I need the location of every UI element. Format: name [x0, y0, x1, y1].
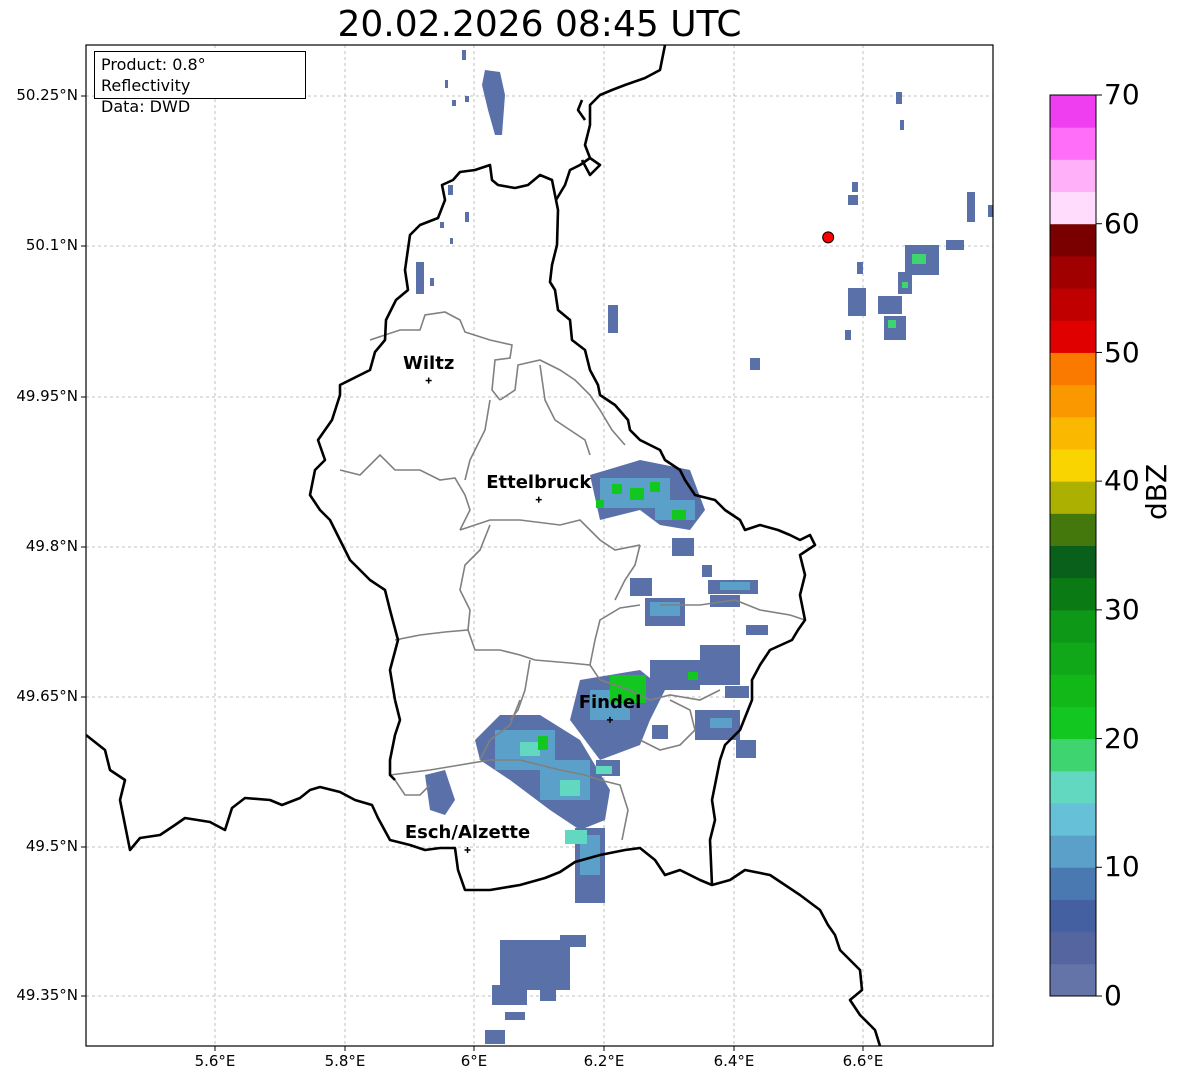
colorbar-segment — [1050, 899, 1096, 933]
colorbar-segment — [1050, 513, 1096, 546]
colorbar-tick-label: 20 — [1104, 722, 1140, 755]
lat-tick-label: 49.95°N — [16, 387, 78, 405]
colorbar-segment — [1050, 288, 1096, 321]
lon-tick-label: 5.8°E — [324, 1052, 366, 1070]
colorbar-segment — [1050, 609, 1096, 643]
colorbar-segment — [1050, 191, 1096, 225]
colorbar-segment — [1050, 802, 1096, 836]
lon-tick-label: 6.6°E — [842, 1052, 884, 1070]
colorbar-segment — [1050, 448, 1096, 482]
colorbar-segment — [1050, 352, 1096, 386]
colorbar-tick-label: 60 — [1104, 207, 1140, 240]
product-label: Product: 0.8° Reflectivity — [101, 55, 206, 95]
colorbar-segment — [1050, 867, 1096, 900]
colorbar-segment — [1050, 642, 1096, 675]
echo-cluster-north — [416, 50, 993, 370]
lat-tick-label: 49.65°N — [16, 687, 78, 705]
colorbar-segment — [1050, 577, 1096, 611]
colorbar-segment — [1050, 416, 1096, 450]
data-source-label: Data: DWD — [101, 97, 191, 116]
city-marker — [535, 496, 542, 503]
colorbar-segment — [1050, 706, 1096, 740]
colorbar-segment — [1050, 159, 1096, 193]
country-borders — [86, 45, 882, 1046]
colorbar-tick-label: 50 — [1104, 336, 1140, 369]
colorbar-segment — [1050, 481, 1096, 514]
colorbar-segment — [1050, 127, 1096, 160]
lat-tick-label: 49.8°N — [25, 537, 78, 555]
city-label-esch-alzette: Esch/Alzette — [404, 822, 531, 843]
lat-tick-label: 50.25°N — [16, 86, 78, 104]
radar-map — [81, 44, 1102, 1051]
colorbar-segment — [1050, 835, 1096, 868]
colorbar-segment — [1050, 95, 1096, 128]
city-label-findel: Findel — [578, 691, 642, 713]
colorbar — [1049, 94, 1102, 997]
city-label-ettelbruck: Ettelbruck — [486, 471, 592, 493]
colorbar-tick-label: 0 — [1104, 979, 1122, 1012]
colorbar-segment — [1050, 674, 1096, 707]
colorbar-segment — [1050, 963, 1096, 997]
colorbar-segment — [1050, 223, 1096, 257]
colorbar-tick-label: 30 — [1104, 593, 1140, 626]
lat-tick-label: 50.1°N — [25, 236, 78, 254]
colorbar-segment — [1050, 770, 1096, 804]
colorbar-segment — [1050, 320, 1096, 353]
colorbar-tick-label: 10 — [1104, 850, 1140, 883]
colorbar-label: dBZ — [1140, 463, 1173, 520]
lon-tick-label: 6.4°E — [713, 1052, 755, 1070]
colorbar-segment — [1050, 738, 1096, 772]
lon-tick-label: 5.6°E — [194, 1052, 236, 1070]
colorbar-segment — [1050, 931, 1096, 965]
lat-tick-label: 49.35°N — [16, 986, 78, 1004]
colorbar-segment — [1050, 255, 1096, 289]
lat-tick-label: 49.5°N — [25, 837, 78, 855]
lon-tick-label: 6°E — [460, 1052, 488, 1070]
colorbar-segment — [1050, 545, 1096, 579]
city-label-wiltz: Wiltz — [403, 352, 455, 374]
lon-tick-label: 6.2°E — [583, 1052, 625, 1070]
colorbar-tick-label: 40 — [1104, 464, 1140, 497]
colorbar-tick-label: 70 — [1104, 78, 1140, 111]
city-marker — [425, 377, 432, 384]
radar-site-marker — [822, 231, 835, 244]
colorbar-segment — [1050, 384, 1096, 418]
axis-ticks — [81, 95, 864, 1051]
info-box: Product: 0.8° Reflectivity Data: DWD — [94, 51, 306, 116]
city-marker — [464, 847, 471, 854]
